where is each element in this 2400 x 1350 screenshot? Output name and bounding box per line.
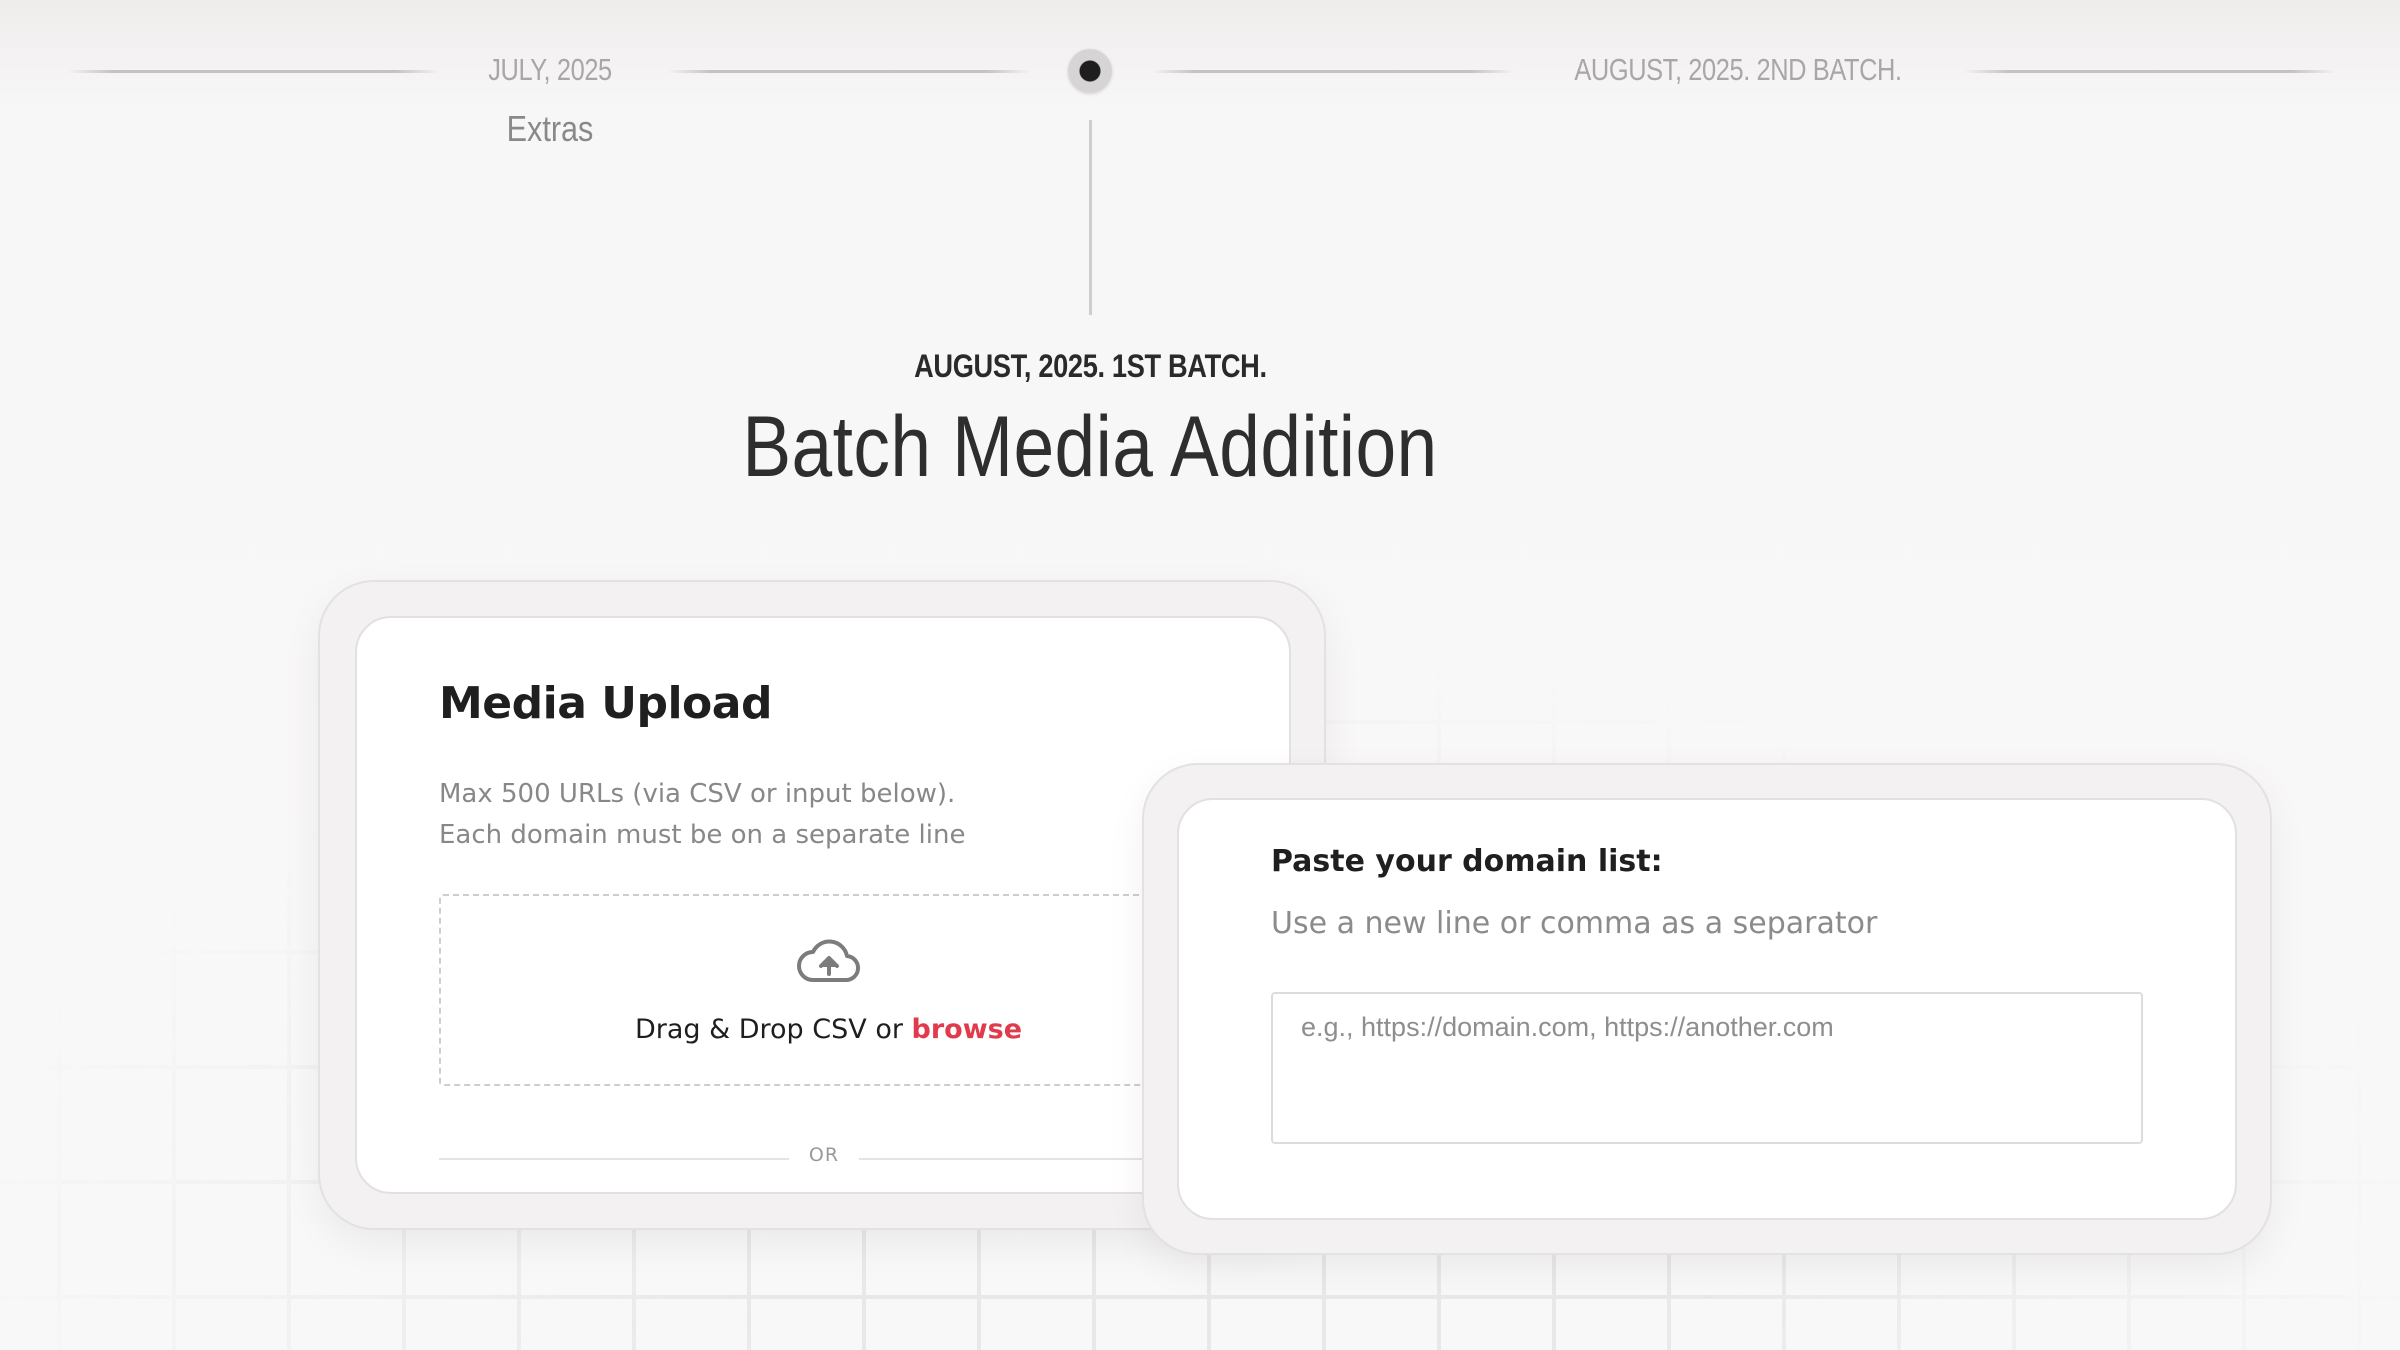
media-upload-title: Media Upload <box>439 678 772 729</box>
timeline-item-july-2025[interactable]: JULY, 2025 <box>468 52 632 88</box>
timeline-item-july-2025-sub: Extras <box>506 108 594 149</box>
or-label: OR <box>808 1144 840 1166</box>
dropzone-label: Drag & Drop CSV or <box>634 1014 903 1045</box>
timeline-stem <box>1089 120 1092 315</box>
page-title: Batch Media Addition <box>742 399 1438 495</box>
media-upload-description: Max 500 URLs (via CSV or input below). E… <box>439 774 965 856</box>
timeline-current-dot <box>1068 49 1112 93</box>
divider-line <box>439 1158 789 1160</box>
domain-list-card: Paste your domain list: Use a new line o… <box>1177 798 2237 1220</box>
description-line: Each domain must be on a separate line <box>439 820 966 850</box>
domain-list-title: Paste your domain list: <box>1271 844 1663 879</box>
description-line: Max 500 URLs (via CSV or input below). <box>439 779 956 809</box>
or-divider: OR <box>439 1144 1259 1174</box>
timeline-item-august-2nd-batch[interactable]: AUGUST, 2025. 2ND BATCH. <box>1525 52 1951 88</box>
timeline-line <box>668 70 1030 73</box>
cloud-upload-icon <box>797 939 860 983</box>
timeline-line <box>1152 70 1514 73</box>
timeline-line <box>68 70 440 73</box>
domain-list-hint: Use a new line or comma as a separator <box>1271 906 1878 941</box>
current-batch-label: AUGUST, 2025. 1ST BATCH. <box>913 348 1267 384</box>
page: JULY, 2025 Extras AUGUST, 2025. 2ND BATC… <box>0 0 2400 1350</box>
domain-list-textarea[interactable] <box>1271 992 2143 1144</box>
timeline-line <box>1964 70 2336 73</box>
dropzone-text: Drag & Drop CSV or browse <box>441 1014 1216 1045</box>
browse-link[interactable]: browse <box>912 1014 1023 1045</box>
